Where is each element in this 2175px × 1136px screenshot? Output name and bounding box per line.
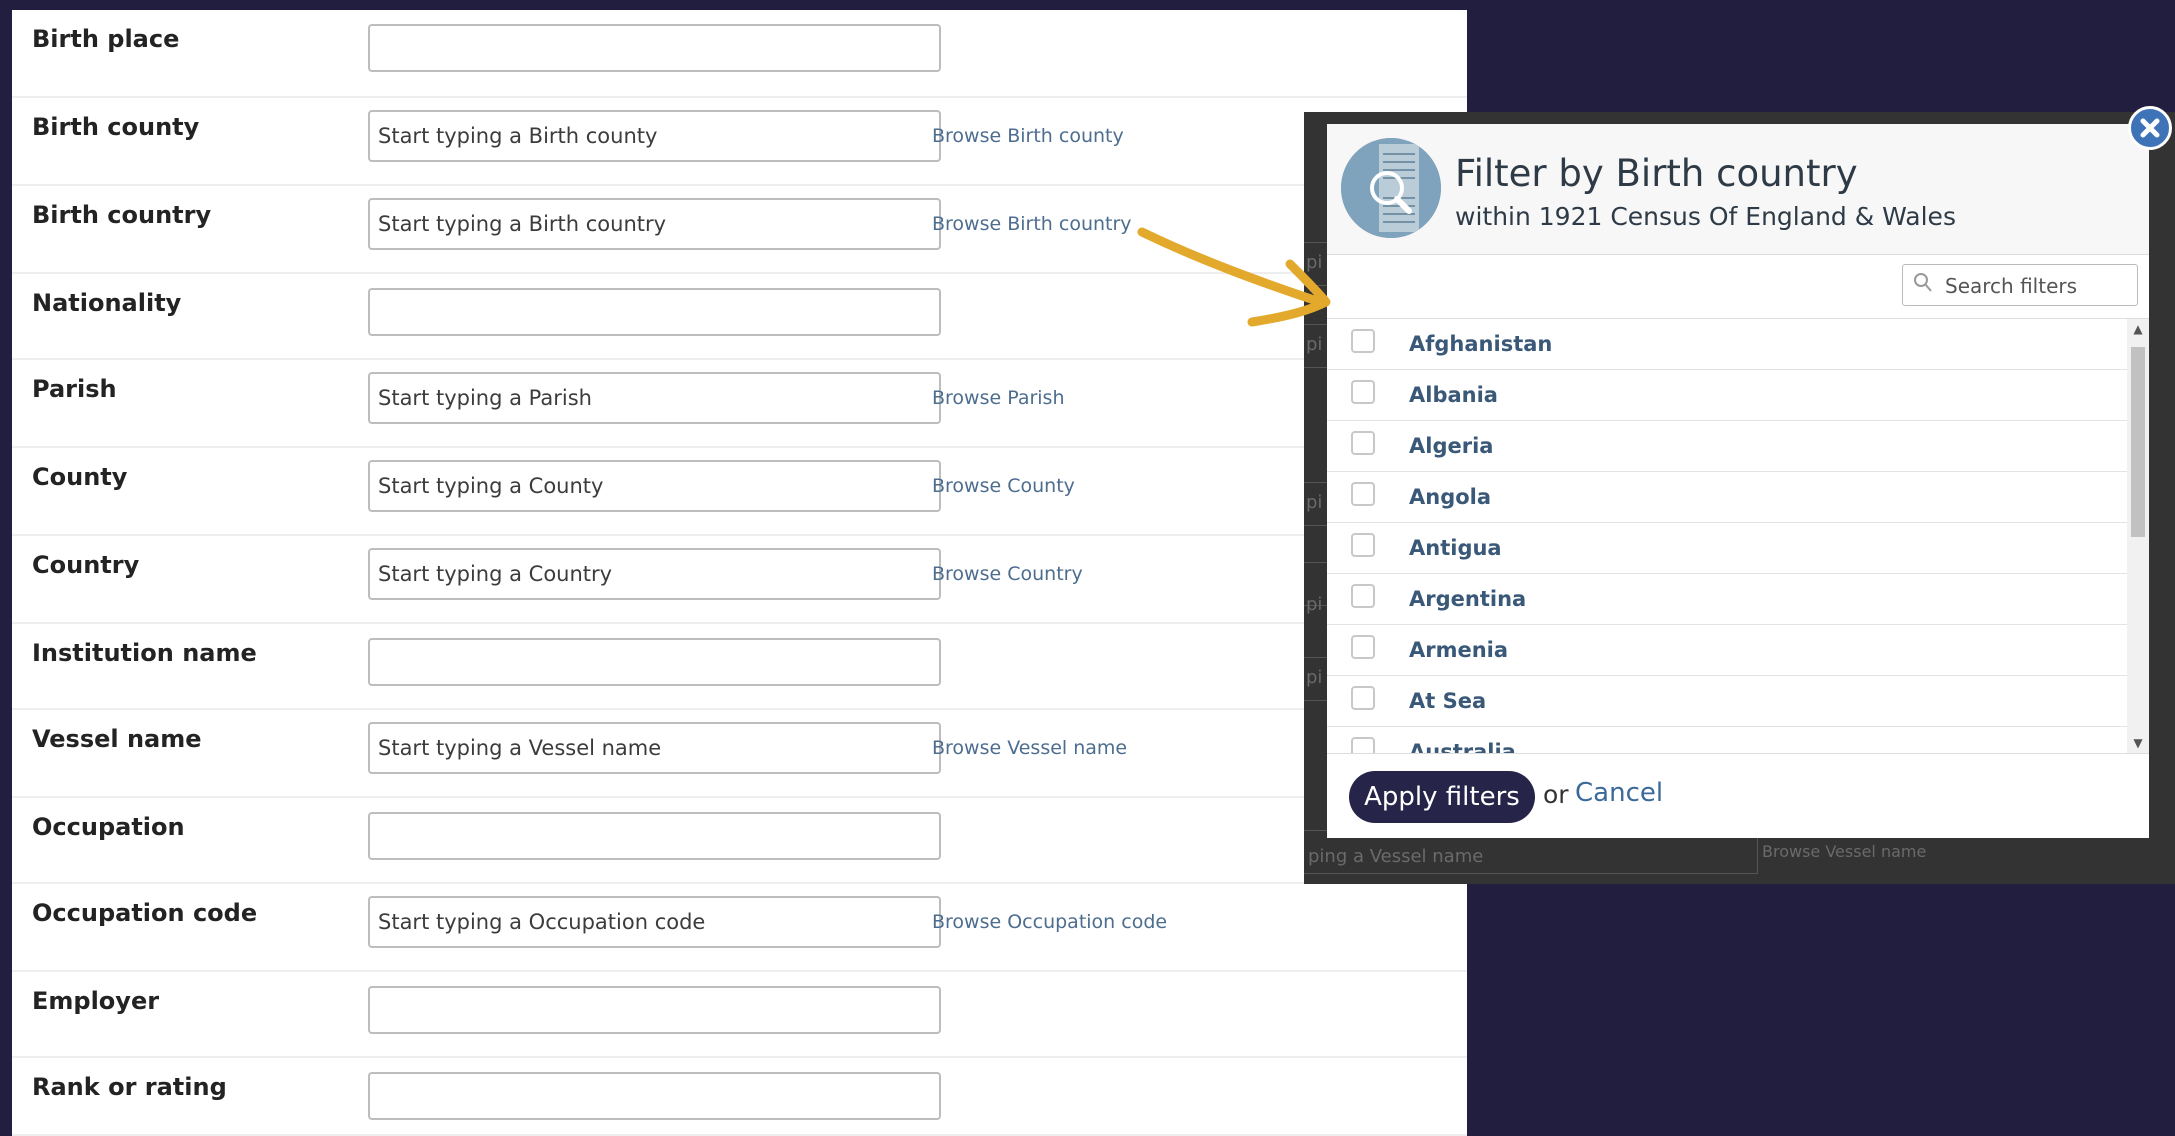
field-input[interactable] [368,24,941,72]
or-text: or [1543,780,1569,809]
browse-link[interactable]: Browse Birth country [932,213,1132,235]
scroll-up-icon[interactable]: ▲ [2127,319,2149,339]
form-row: Occupation code Browse Occupation code [12,884,1467,972]
field-input[interactable] [368,638,941,686]
field-label: Birth country [32,201,212,229]
field-label: Parish [32,375,117,403]
browse-link[interactable]: Browse Vessel name [932,737,1127,759]
field-input[interactable] [368,460,941,512]
close-button[interactable] [2128,106,2172,150]
ghost-vessel-placeholder: ping a Vessel name [1308,846,1484,867]
field-input[interactable] [368,288,941,336]
filter-option-row[interactable]: Albania [1327,370,2127,421]
filter-option-row[interactable]: Angola [1327,472,2127,523]
field-label: Institution name [32,639,257,667]
form-row: Institution name [12,624,1467,710]
field-label: County [32,463,128,491]
modal-header: Filter by Birth country within 1921 Cens… [1327,124,2149,255]
field-input[interactable] [368,722,941,774]
form-row: Parish Browse Parish [12,360,1467,448]
filter-option-row[interactable]: Australia [1327,727,2127,753]
field-input[interactable] [368,986,941,1034]
search-icon [1913,272,1933,298]
scroll-down-icon[interactable]: ▼ [2127,733,2149,753]
form-row: Birth county Browse Birth county [12,98,1467,186]
filter-option-row[interactable]: Algeria [1327,421,2127,472]
option-label[interactable]: Antigua [1409,536,1502,560]
filter-option-row[interactable]: Antigua [1327,523,2127,574]
cancel-link[interactable]: Cancel [1575,778,1663,808]
form-row: Vessel name Browse Vessel name [12,710,1467,798]
modal-subtitle: within 1921 Census Of England & Wales [1455,202,1956,231]
filter-modal: Filter by Birth country within 1921 Cens… [1327,124,2149,838]
option-checkbox[interactable] [1351,584,1375,608]
close-icon [2140,118,2160,138]
form-row: Birth place [12,10,1467,98]
filter-option-row[interactable]: Armenia [1327,625,2127,676]
field-label: Employer [32,987,160,1015]
field-label: Birth place [32,25,180,53]
census-logo-icon [1341,138,1441,238]
ghost-vessel-browse: Browse Vessel name [1762,842,1927,861]
field-label: Birth county [32,113,200,141]
option-label[interactable]: Angola [1409,485,1491,509]
field-input[interactable] [368,548,941,600]
form-row: County Browse County [12,448,1467,536]
field-label: Occupation code [32,899,258,927]
field-label: Rank or rating [32,1073,227,1101]
field-input[interactable] [368,896,941,948]
filter-option-row[interactable]: At Sea [1327,676,2127,727]
option-label[interactable]: Argentina [1409,587,1526,611]
option-checkbox[interactable] [1351,482,1375,506]
option-label[interactable]: Australia [1409,740,1516,753]
option-checkbox[interactable] [1351,686,1375,710]
list-scrollbar[interactable]: ▲ ▼ [2127,319,2149,753]
option-checkbox[interactable] [1351,431,1375,455]
option-label[interactable]: Afghanistan [1409,332,1552,356]
filter-option-row[interactable]: Afghanistan [1327,319,2127,370]
form-row: Rank or rating [12,1058,1467,1136]
option-checkbox[interactable] [1351,533,1375,557]
modal-title: Filter by Birth country [1455,152,1858,195]
field-label: Nationality [32,289,182,317]
field-input[interactable] [368,110,941,162]
scroll-thumb[interactable] [2131,347,2145,537]
option-label[interactable]: Armenia [1409,638,1508,662]
option-checkbox[interactable] [1351,380,1375,404]
option-label[interactable]: Albania [1409,383,1498,407]
ghost-fragment: pi [1306,492,1323,513]
field-input[interactable] [368,812,941,860]
field-input[interactable] [368,372,941,424]
search-filters-input[interactable] [1943,265,2137,307]
field-label: Occupation [32,813,185,841]
pointer-arrow-icon [1137,227,1331,327]
browse-link[interactable]: Browse Occupation code [932,911,1167,933]
browse-link[interactable]: Browse Parish [932,387,1065,409]
filter-option-row[interactable]: Argentina [1327,574,2127,625]
option-label[interactable]: At Sea [1409,689,1486,713]
ghost-fragment: pi [1306,594,1323,615]
ghost-fragment: pi [1306,334,1323,355]
form-row: Employer [12,972,1467,1058]
option-label[interactable]: Algeria [1409,434,1493,458]
option-checkbox[interactable] [1351,635,1375,659]
ghost-fragment: pi [1306,667,1323,688]
option-checkbox[interactable] [1351,737,1375,753]
country-option-list[interactable]: Afghanistan Albania Algeria Angola Antigua Ar… [1327,318,2149,754]
field-input[interactable] [368,1072,941,1120]
search-form: Birth place Birth county Browse Birth coun… [12,10,1467,1136]
field-input[interactable] [368,198,941,250]
apply-filters-button[interactable]: Apply filters [1349,771,1535,823]
browse-link[interactable]: Browse Birth county [932,125,1124,147]
form-row: Country Browse Country [12,536,1467,624]
form-row: Occupation [12,798,1467,884]
browse-link[interactable]: Browse Country [932,563,1083,585]
browse-link[interactable]: Browse County [932,475,1075,497]
option-checkbox[interactable] [1351,329,1375,353]
field-label: Country [32,551,140,579]
search-filters-box [1902,264,2138,307]
field-label: Vessel name [32,725,202,753]
